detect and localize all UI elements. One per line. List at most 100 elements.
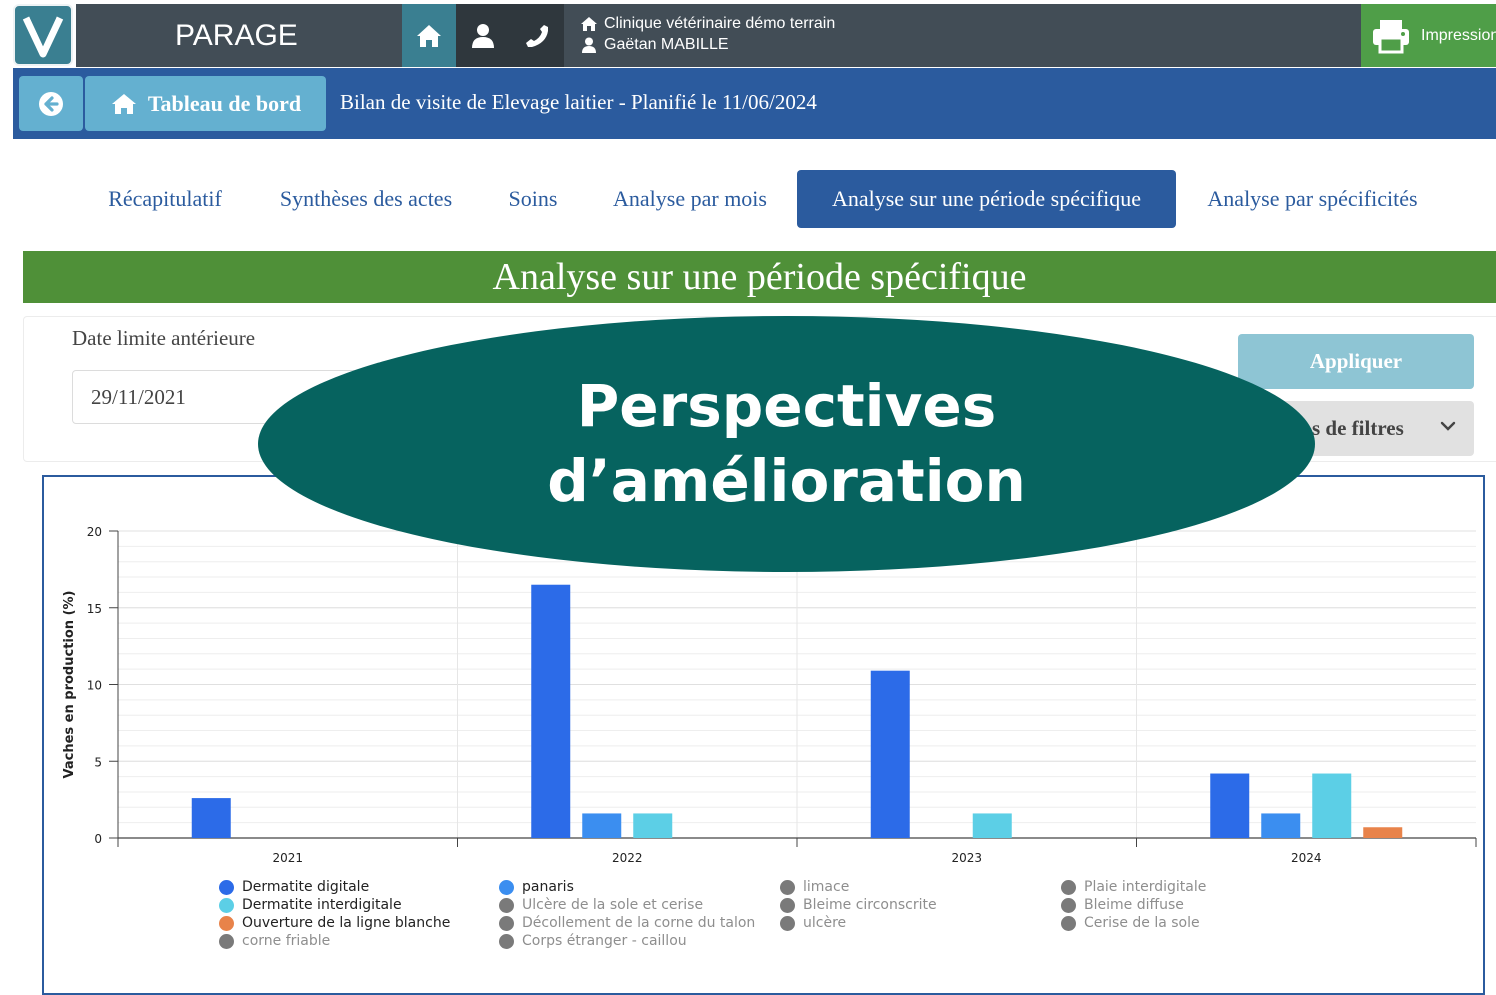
phone-button[interactable] <box>510 4 564 67</box>
bar <box>1261 813 1301 838</box>
top-bar: PARAGE Clinique vétérinaire démo terrain <box>0 0 1496 68</box>
legend-label: corne friable <box>242 933 331 949</box>
legend-item[interactable]: limace <box>780 879 849 895</box>
home-icon <box>417 24 441 47</box>
app-logo[interactable] <box>13 4 73 66</box>
legend-dot-icon <box>1061 897 1076 913</box>
x-tick-label: 2022 <box>612 851 643 865</box>
legend-dot-icon <box>499 915 514 931</box>
legend-item[interactable]: Cerise de la sole <box>1061 915 1200 931</box>
legend-label: limace <box>803 879 850 895</box>
user-icon <box>472 23 494 48</box>
clinic-line: Clinique vétérinaire démo terrain <box>580 15 835 33</box>
bar <box>633 813 673 838</box>
overlay-line-1: Perspectives <box>576 372 997 441</box>
y-tick-label: 5 <box>94 755 102 769</box>
legend-dot-icon <box>219 897 234 913</box>
dashboard-label: Tableau de bord <box>147 90 302 116</box>
bar <box>1210 773 1250 838</box>
legend-label: Corps étranger - caillou <box>522 933 687 949</box>
tab-analyse-par-mois[interactable]: Analyse par mois <box>592 170 788 228</box>
print-label: Impression <box>1421 26 1496 44</box>
legend-item[interactable]: Décollement de la corne du talon <box>499 915 755 931</box>
legend-dot-icon <box>499 897 514 913</box>
user-small-icon <box>582 37 596 53</box>
date-limit-label: Date limite antérieure <box>72 326 256 350</box>
legend-item[interactable]: Ouverture de la ligne blanche <box>219 915 450 931</box>
user-button[interactable] <box>456 4 510 67</box>
y-tick-label: 10 <box>87 679 102 693</box>
user-name: Gaëtan MABILLE <box>604 36 729 53</box>
overlay-callout: Perspectives d’amélioration <box>258 316 1315 572</box>
arrow-left-circle-icon <box>39 91 63 116</box>
legend-dot-icon <box>219 915 234 931</box>
legend-label: Dermatite digitale <box>242 879 370 895</box>
clinic-info: Clinique vétérinaire démo terrain Gaëtan… <box>564 4 1361 67</box>
bar <box>191 798 231 838</box>
bar <box>870 670 910 838</box>
bar <box>972 813 1012 838</box>
legend-label: Dermatite interdigitale <box>242 897 402 913</box>
home-small-icon <box>581 17 597 31</box>
dashboard-button[interactable]: Tableau de bord <box>85 76 326 131</box>
legend-dot-icon <box>499 879 514 895</box>
legend-item[interactable]: Dermatite interdigitale <box>219 897 402 913</box>
legend-item[interactable]: Corps étranger - caillou <box>499 933 687 949</box>
legend-item[interactable]: Bleime circonscrite <box>780 897 937 913</box>
legend-dot-icon <box>780 879 795 895</box>
bar <box>1312 773 1352 838</box>
home-button[interactable] <box>402 4 456 67</box>
x-tick-label: 2024 <box>1291 851 1322 865</box>
tab-soins[interactable]: Soins <box>494 170 572 228</box>
legend-item[interactable]: Plaie interdigitale <box>1061 879 1206 895</box>
tab-recapitulatif[interactable]: Récapitulatif <box>90 170 240 228</box>
y-axis-title: Vaches en production (%) <box>62 591 77 779</box>
legend-item[interactable]: ulcère <box>780 915 846 931</box>
legend-item[interactable]: panaris <box>499 879 574 895</box>
legend-label: ulcère <box>803 915 847 931</box>
legend-dot-icon <box>1061 915 1076 931</box>
legend-dot-icon <box>1061 879 1076 895</box>
legend-item[interactable]: Bleime diffuse <box>1061 897 1184 913</box>
x-tick-label: 2023 <box>951 851 982 865</box>
bar <box>1363 827 1403 838</box>
tab-analyse-specificites[interactable]: Analyse par spécificités <box>1186 170 1439 228</box>
chevron-down-icon <box>1440 421 1456 431</box>
print-button[interactable]: Impression <box>1361 4 1496 67</box>
legend-label: Ulcère de la sole et cerise <box>522 897 704 913</box>
phone-icon <box>526 24 548 47</box>
legend-label: Cerise de la sole <box>1084 915 1200 931</box>
legend-item[interactable]: corne friable <box>219 933 330 949</box>
legend-dot-icon <box>780 915 795 931</box>
overlay-line-2: d’amélioration <box>547 447 1026 515</box>
back-button[interactable] <box>19 76 83 131</box>
legend-dot-icon <box>499 933 514 949</box>
app-name: PARAGE <box>76 4 402 67</box>
user-line: Gaëtan MABILLE <box>580 36 729 54</box>
legend-label: Bleime diffuse <box>1084 897 1184 913</box>
printer-icon <box>1373 19 1409 53</box>
clinic-name: Clinique vétérinaire démo terrain <box>604 15 836 32</box>
x-tick-label: 2021 <box>272 851 303 865</box>
tab-syntheses-actes[interactable]: Synthèses des actes <box>258 170 474 228</box>
bar <box>582 813 622 838</box>
tab-analyse-periode[interactable]: Analyse sur une période spécifique <box>797 170 1176 228</box>
legend-dot-icon <box>219 879 234 895</box>
bar <box>531 584 571 838</box>
nav-bar: Tableau de bord Bilan de visite de Eleva… <box>13 68 1496 139</box>
legend-label: Bleime circonscrite <box>803 897 937 913</box>
legend-dot-icon <box>780 897 795 913</box>
legend-item[interactable]: Dermatite digitale <box>219 879 369 895</box>
y-tick-label: 20 <box>87 525 102 539</box>
home-icon <box>111 93 136 114</box>
y-tick-label: 0 <box>94 832 102 846</box>
legend-label: Ouverture de la ligne blanche <box>242 915 451 931</box>
legend-dot-icon <box>219 933 234 949</box>
y-tick-label: 15 <box>87 602 102 616</box>
logo-v-icon <box>22 16 64 58</box>
visit-title: Bilan de visite de Elevage laitier - Pla… <box>340 90 817 114</box>
legend-label: Décollement de la corne du talon <box>522 915 756 931</box>
legend-item[interactable]: Ulcère de la sole et cerise <box>499 897 703 913</box>
section-title: Analyse sur une période spécifique <box>23 251 1496 303</box>
legend-label: Plaie interdigitale <box>1084 879 1207 895</box>
